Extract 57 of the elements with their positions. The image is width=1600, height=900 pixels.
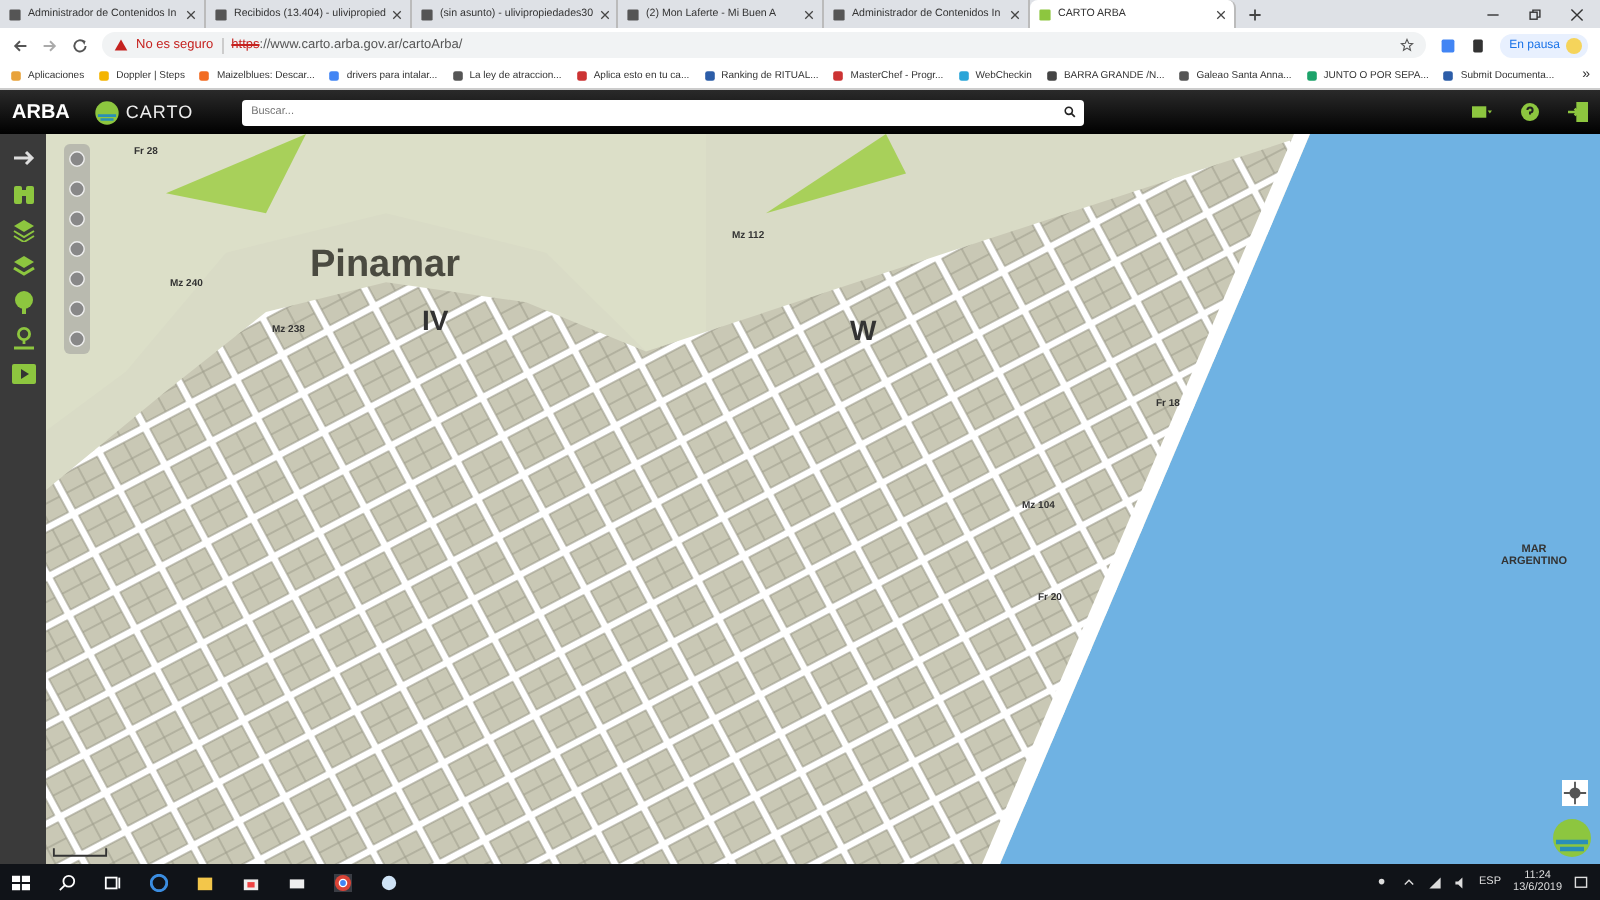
star-icon[interactable] [1399,38,1414,52]
restore-icon[interactable] [1528,7,1542,21]
close-icon[interactable] [1570,7,1584,21]
bookmark-favicon-icon [328,69,341,81]
scale-bar [52,846,108,858]
globe-logo-icon [93,99,120,125]
close-icon[interactable] [1216,9,1226,19]
logout-icon[interactable] [1568,102,1588,122]
network-icon[interactable] [1427,875,1442,889]
arrow-icon[interactable] [11,146,35,170]
favicon-icon [420,7,434,21]
help-icon[interactable] [1520,102,1540,122]
favicon-icon [832,7,846,21]
bookmark-favicon-icon [198,69,211,81]
arba-logo: ARBA [12,101,70,123]
windows-start-icon[interactable] [12,873,30,891]
play-icon[interactable] [11,362,35,386]
bookmark-favicon-icon [98,69,111,81]
avatar-icon [1566,37,1582,53]
close-icon[interactable] [392,9,402,19]
bookmark-favicon-icon [1045,69,1058,81]
search-icon[interactable] [58,873,76,891]
volume-icon[interactable] [1453,875,1468,889]
bookmark-favicon-icon [575,69,588,81]
bookmark-favicon-icon [451,69,464,81]
chevron-up-icon[interactable] [1401,875,1416,889]
favicon-icon [8,7,22,21]
locate-icon[interactable] [1562,780,1588,806]
reload-icon[interactable] [72,37,88,53]
favicon-icon [214,7,228,21]
bookmark-favicon-icon [1305,69,1318,81]
map-label: W [850,314,877,346]
bookmark-favicon-icon [703,69,716,81]
close-icon[interactable] [804,9,814,19]
favicon-icon [626,7,640,21]
layers-icon[interactable] [11,218,35,242]
close-icon[interactable] [1010,9,1020,19]
map-label: Pinamar [310,244,460,288]
bookmark-favicon-icon [10,69,22,81]
map-pin-icon[interactable] [11,326,35,350]
back-icon[interactable] [12,37,28,53]
layers-icon[interactable] [11,254,35,278]
close-icon[interactable] [599,9,610,19]
map-label: IV [422,304,449,336]
bookmark-favicon-icon [1178,69,1191,81]
task-view-icon[interactable] [104,873,122,891]
carto-logo-text: CARTO [125,102,194,122]
bookmark-favicon-icon [832,69,845,81]
warning-icon [114,38,128,52]
close-icon[interactable] [186,9,196,19]
favicon-icon [1038,7,1052,21]
bookmark-favicon-icon [957,69,970,81]
new-tab-icon[interactable] [1248,7,1262,21]
tree-icon[interactable] [11,290,35,314]
search-icon [1063,106,1076,118]
bookmark-favicon-icon [1442,69,1455,81]
chrome-icon[interactable] [334,873,352,891]
